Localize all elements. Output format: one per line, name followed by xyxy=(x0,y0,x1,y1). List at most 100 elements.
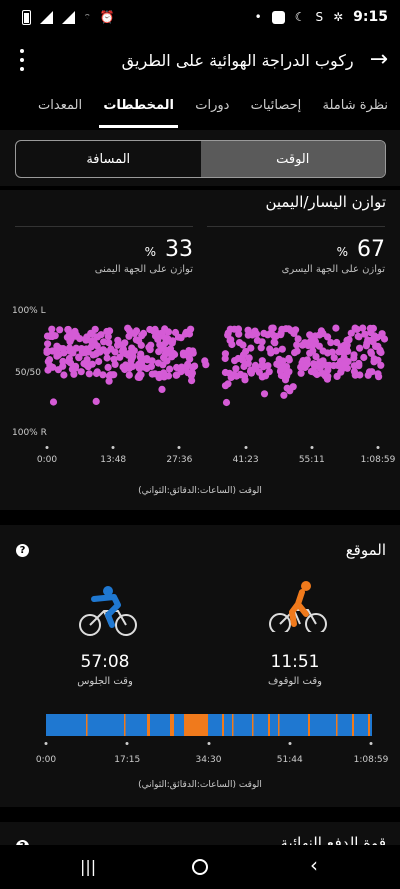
position-x-tick-dot xyxy=(44,742,48,745)
balance-x-tick-label: 1:08:59 xyxy=(360,455,396,465)
scatter-point xyxy=(230,371,238,379)
scatter-point xyxy=(154,335,162,343)
scatter-point xyxy=(111,348,119,356)
alarm-icon: ⏰ xyxy=(99,10,115,24)
tab-laps[interactable]: دورات xyxy=(195,90,229,128)
distance-segment[interactable]: المسافة xyxy=(16,141,201,177)
scatter-point xyxy=(60,371,68,379)
scatter-point xyxy=(266,345,274,353)
clock: 9:15 xyxy=(353,9,388,25)
scatter-point xyxy=(185,347,193,355)
standing-cyclist-icon xyxy=(269,581,327,632)
scatter-point xyxy=(82,335,90,343)
scatter-point xyxy=(333,338,341,347)
balance-x-tick-label: 0:00 xyxy=(36,455,58,465)
scatter-point xyxy=(240,372,249,380)
scatter-point xyxy=(53,342,61,350)
scatter-point xyxy=(258,373,266,381)
scatter-point xyxy=(67,359,75,367)
more-options-icon[interactable] xyxy=(14,49,30,71)
scatter-point xyxy=(169,337,177,345)
standing-segment xyxy=(147,714,150,736)
scatter-point xyxy=(161,325,169,333)
wifi-icon: ⌔ xyxy=(84,12,91,21)
back-arrow-icon[interactable]: → xyxy=(370,49,388,71)
scatter-point xyxy=(95,357,103,366)
scatter-point xyxy=(189,363,197,371)
tab-stats[interactable]: إحصائيات xyxy=(251,90,302,128)
scatter-point xyxy=(286,387,294,395)
tab-overview[interactable]: نظرة شاملة xyxy=(323,90,389,128)
scatter-point xyxy=(285,354,293,363)
balance-x-tick-dot xyxy=(376,446,380,449)
scatter-point xyxy=(275,355,283,363)
scatter-point xyxy=(103,354,111,362)
scatter-point xyxy=(370,332,378,340)
scatter-point xyxy=(377,348,385,357)
scatter-point xyxy=(267,329,276,337)
standing-segment xyxy=(170,714,174,736)
scatter-point xyxy=(171,328,180,337)
scatter-point xyxy=(159,361,167,369)
tab-gear[interactable]: المعدات xyxy=(38,90,82,128)
help-icon[interactable]: ? xyxy=(16,544,29,557)
left-balance-label: توازن على الجهة اليسرى xyxy=(281,264,385,275)
signal-icon-2 xyxy=(62,10,75,24)
scatter-point xyxy=(258,338,266,346)
balance-x-tick-dot xyxy=(111,446,115,449)
dot-icon: • xyxy=(254,10,262,24)
scatter-point xyxy=(301,363,309,372)
scatter-point xyxy=(125,371,133,379)
scatter-point xyxy=(99,346,107,354)
position-x-tick-label: 34:30 xyxy=(195,755,222,765)
scatter-point xyxy=(147,341,155,349)
scatter-point xyxy=(341,342,349,351)
tab-charts[interactable]: المخططات xyxy=(99,90,178,128)
scatter-point xyxy=(110,355,118,363)
position-x-tick-label: 51:44 xyxy=(276,755,303,765)
position-x-tick-label: 17:15 xyxy=(114,755,141,765)
scatter-point xyxy=(332,324,340,332)
back-nav-icon[interactable]: ‹ xyxy=(310,853,318,877)
scatter-point xyxy=(178,363,186,371)
scatter-point xyxy=(93,349,101,357)
scatter-point xyxy=(309,341,317,349)
scatter-point xyxy=(248,331,256,339)
time-distance-toggle: المسافة الوقت xyxy=(15,140,386,178)
recents-icon[interactable]: ||| xyxy=(80,857,96,876)
scatter-point xyxy=(260,390,269,398)
scatter-point xyxy=(75,354,83,362)
standing-segment xyxy=(278,714,280,736)
time-segment[interactable]: الوقت xyxy=(200,141,385,177)
scatter-point xyxy=(315,342,323,350)
standing-time-value: 11:51 xyxy=(270,652,320,672)
standing-segment xyxy=(308,714,310,736)
balance-x-tick-dot xyxy=(45,446,49,449)
seated-time-value: 57:08 xyxy=(80,652,130,672)
scatter-point xyxy=(125,364,133,372)
scatter-point xyxy=(92,397,100,405)
scatter-point xyxy=(321,372,329,380)
scatter-point xyxy=(222,398,231,407)
scatter-point xyxy=(224,380,232,388)
scatter-point xyxy=(137,371,145,379)
scatter-point xyxy=(360,353,368,362)
balance-x-tick-label: 27:36 xyxy=(166,455,193,465)
seated-segment xyxy=(46,714,372,736)
scatter-point xyxy=(224,331,232,339)
system-nav-bar: ||| ‹ xyxy=(0,845,400,889)
home-icon[interactable] xyxy=(192,859,208,875)
position-title: الموقع xyxy=(345,541,386,559)
scatter-point xyxy=(164,372,173,380)
scatter-point xyxy=(234,325,243,333)
standing-segment xyxy=(368,714,370,736)
scatter-point xyxy=(60,349,68,357)
scatter-point xyxy=(104,332,112,341)
scatter-point xyxy=(271,339,279,347)
scatter-point xyxy=(84,363,92,371)
scatter-point xyxy=(246,367,255,376)
status-bar: ⌔ ⏰ • ☾ S ✲ 9:15 xyxy=(0,0,400,34)
position-x-axis-title: الوقت (الساعات:الدقائق:الثواني) xyxy=(138,780,262,790)
scatter-point xyxy=(337,368,345,376)
scatter-point xyxy=(285,325,293,333)
